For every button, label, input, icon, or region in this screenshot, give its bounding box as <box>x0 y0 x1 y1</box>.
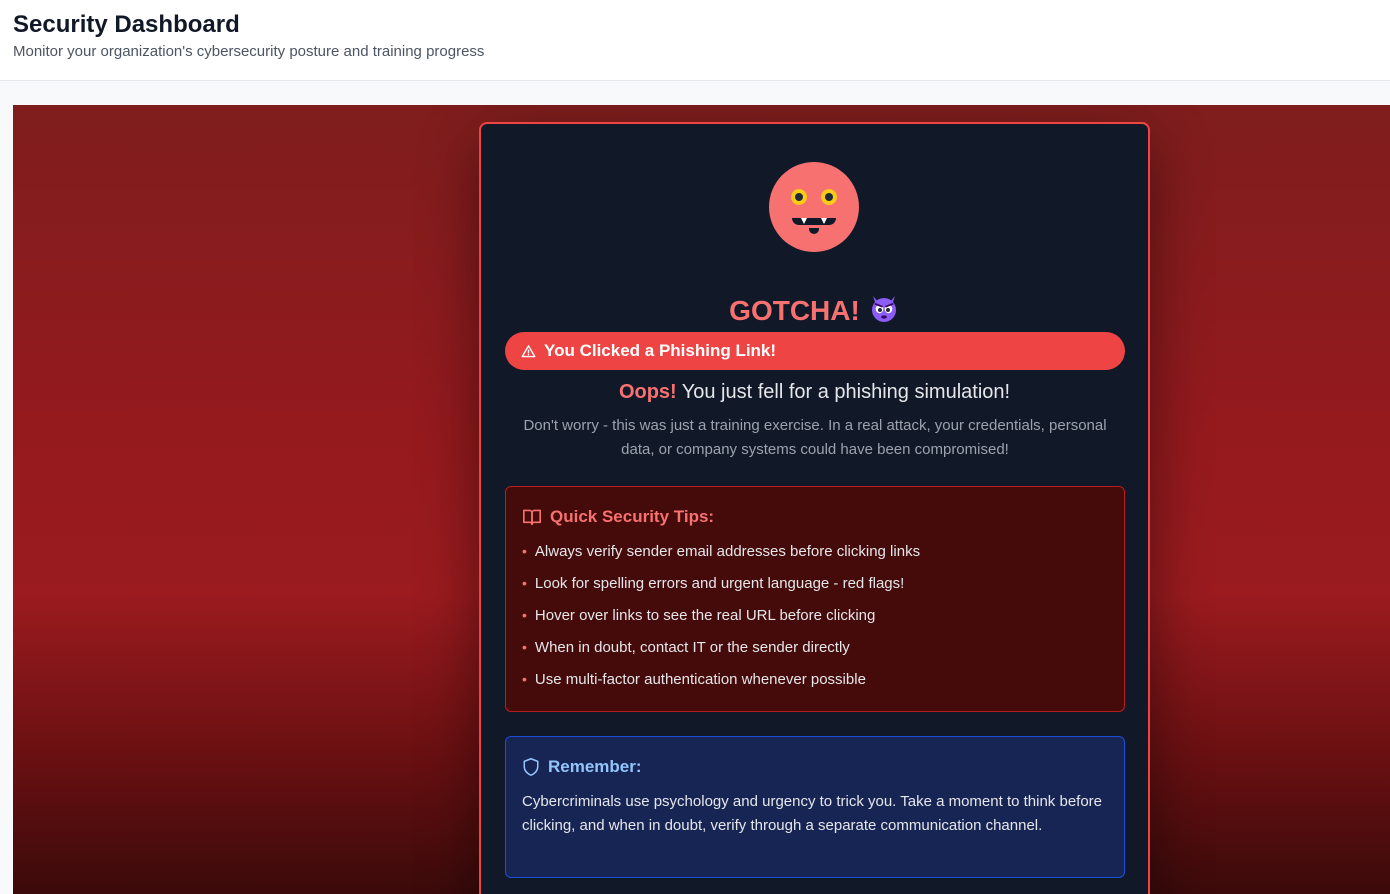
left-eye <box>791 189 807 205</box>
list-item: • Look for spelling errors and urgent lan… <box>522 575 920 607</box>
oops-label: Oops! <box>618 381 677 403</box>
remember-heading: Remember: <box>522 757 642 777</box>
oops-message: Oops! You just fell for a phishing simula… <box>481 381 1148 404</box>
gotcha-text: GOTCHA! <box>729 295 860 326</box>
list-item: • Always verify sender email addresses be… <box>522 543 920 575</box>
fang <box>801 218 807 224</box>
bullet: • <box>522 575 527 591</box>
page-title: Security Dashboard <box>13 11 240 38</box>
warning-triangle-icon <box>521 344 536 359</box>
bullet: • <box>522 607 527 623</box>
page-subtitle: Monitor your organization's cybersecurit… <box>13 43 485 60</box>
tips-list: • Always verify sender email addresses be… <box>522 543 920 703</box>
devil-face-icon <box>769 162 859 252</box>
remember-panel: Remember: Cybercriminals use psychology … <box>505 736 1125 878</box>
book-open-icon <box>522 508 542 526</box>
shield-icon <box>522 757 540 777</box>
gotcha-heading: GOTCHA! <box>481 292 1148 331</box>
top-header: Security Dashboard Monitor your organiza… <box>0 0 1390 81</box>
right-eye <box>821 189 837 205</box>
bullet: • <box>522 543 527 559</box>
list-item: • Hover over links to see the real URL be… <box>522 607 920 639</box>
alert-text: You Clicked a Phishing Link! <box>544 341 777 360</box>
list-item: • Use multi-factor authentication wheneve… <box>522 671 920 703</box>
remember-title: Remember: <box>548 757 642 776</box>
tip-text: When in doubt, contact IT or the sender … <box>534 639 850 656</box>
security-tips-panel: Quick Security Tips: • Always verify send… <box>505 486 1125 712</box>
list-item: • When in doubt, contact IT or the sender… <box>522 639 920 671</box>
tip-text: Use multi-factor authentication whenever… <box>534 671 866 688</box>
tip-text: Look for spelling errors and urgent lang… <box>534 575 905 592</box>
tips-title: Quick Security Tips: <box>550 507 715 526</box>
oops-text: You just fell for a phishing simulation! <box>681 381 1011 403</box>
tips-heading: Quick Security Tips: <box>522 507 714 527</box>
bullet: • <box>522 671 527 687</box>
remember-text: Cybercriminals use psychology and urgenc… <box>522 793 1103 834</box>
devil-emoji-icon <box>868 292 900 331</box>
bullet: • <box>522 639 527 655</box>
phishing-result-card: GOTCHA! You Clicked a Phishing Link! Oop… <box>479 122 1150 894</box>
chin <box>809 228 819 234</box>
explanation-text: Don't worry - this was just a training e… <box>523 417 1107 458</box>
phishing-simulation-area: GOTCHA! You Clicked a Phishing Link! Oop… <box>13 105 1390 894</box>
tip-text: Always verify sender email addresses bef… <box>534 543 921 560</box>
mouth <box>792 218 836 225</box>
phishing-alert-banner: You Clicked a Phishing Link! <box>505 332 1125 370</box>
tip-text: Hover over links to see the real URL bef… <box>534 607 876 624</box>
fang <box>821 218 827 224</box>
